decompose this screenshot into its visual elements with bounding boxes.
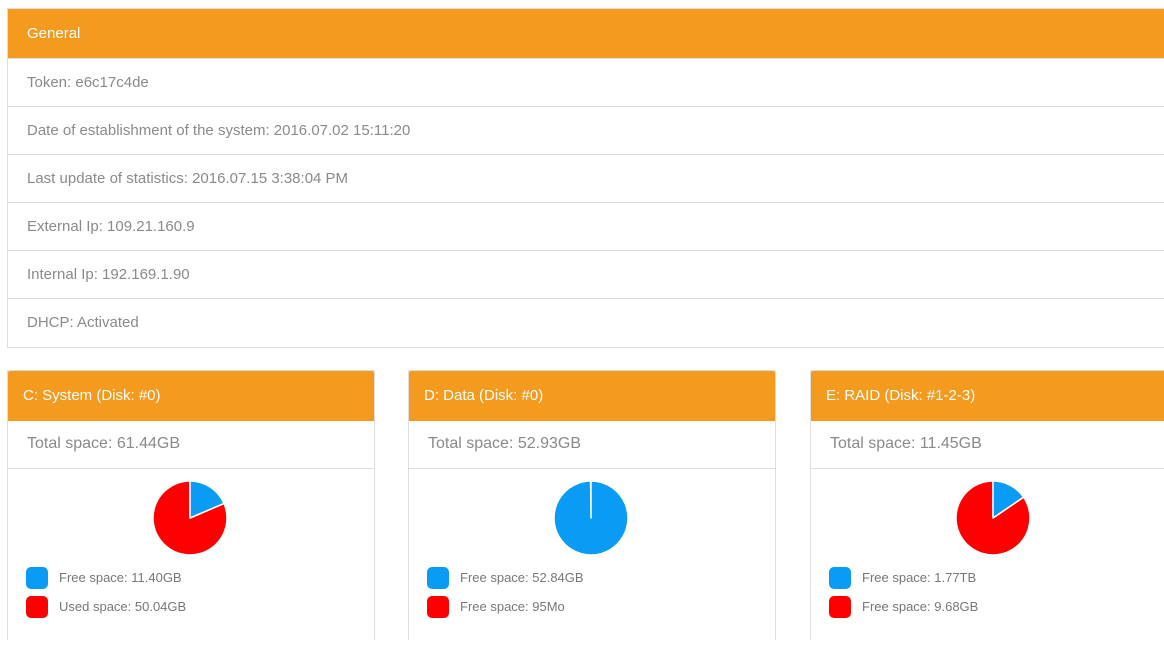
token-row: Token: e6c17c4de: [8, 58, 1164, 106]
legend-item-free: Free space: 52.84GB: [427, 563, 584, 592]
free-color-swatch: [829, 567, 851, 589]
legend-item-used: Used space: 50.04GB: [26, 592, 186, 621]
legend-label: Free space: 95Mo: [460, 599, 565, 614]
legend-label: Free space: 9.68GB: [862, 599, 978, 614]
pie-legend: Free space: 52.84GB Free space: 95Mo: [427, 563, 584, 621]
establishment-date-row: Date of establishment of the system: 201…: [8, 106, 1164, 154]
legend-item-used: Free space: 9.68GB: [829, 592, 978, 621]
disk-chart-area: Free space: 11.40GB Used space: 50.04GB: [8, 469, 374, 649]
disk-header: D: Data (Disk: #0): [409, 371, 775, 421]
used-color-swatch: [26, 596, 48, 618]
pie-legend: Free space: 11.40GB Used space: 50.04GB: [26, 563, 186, 621]
used-color-swatch: [427, 596, 449, 618]
free-color-swatch: [427, 567, 449, 589]
disk-usage-pie-chart: [955, 480, 1031, 556]
legend-label: Free space: 1.77TB: [862, 570, 976, 585]
pie-slice-free: [554, 481, 628, 555]
used-color-swatch: [829, 596, 851, 618]
general-header: General: [8, 9, 1164, 58]
total-space: Total space: 61.44GB: [8, 421, 374, 469]
disk-usage-pie-chart: [152, 480, 228, 556]
disk-header: C: System (Disk: #0): [8, 371, 374, 421]
internal-ip-row: Internal Ip: 192.169.1.90: [8, 250, 1164, 298]
disk-chart-area: Free space: 1.77TB Free space: 9.68GB: [811, 469, 1164, 649]
general-panel: General Token: e6c17c4de Date of establi…: [7, 8, 1164, 348]
external-ip-row: External Ip: 109.21.160.9: [8, 202, 1164, 250]
legend-item-free: Free space: 11.40GB: [26, 563, 186, 592]
legend-label: Free space: 11.40GB: [59, 570, 182, 585]
legend-item-used: Free space: 95Mo: [427, 592, 584, 621]
free-color-swatch: [26, 567, 48, 589]
disk-panel-e: E: RAID (Disk: #1-2-3) Total space: 11.4…: [810, 370, 1164, 640]
legend-label: Free space: 52.84GB: [460, 570, 584, 585]
disk-panel-d: D: Data (Disk: #0) Total space: 52.93GB …: [408, 370, 776, 640]
total-space: Total space: 11.45GB: [811, 421, 1164, 469]
disk-header: E: RAID (Disk: #1-2-3): [811, 371, 1164, 421]
dhcp-row: DHCP: Activated: [8, 298, 1164, 346]
disk-usage-pie-chart: [553, 480, 629, 556]
last-update-row: Last update of statistics: 2016.07.15 3:…: [8, 154, 1164, 202]
pie-legend: Free space: 1.77TB Free space: 9.68GB: [829, 563, 978, 621]
total-space: Total space: 52.93GB: [409, 421, 775, 469]
legend-label: Used space: 50.04GB: [59, 599, 186, 614]
disk-chart-area: Free space: 52.84GB Free space: 95Mo: [409, 469, 775, 649]
legend-item-free: Free space: 1.77TB: [829, 563, 978, 592]
disk-panel-c: C: System (Disk: #0) Total space: 61.44G…: [7, 370, 375, 640]
